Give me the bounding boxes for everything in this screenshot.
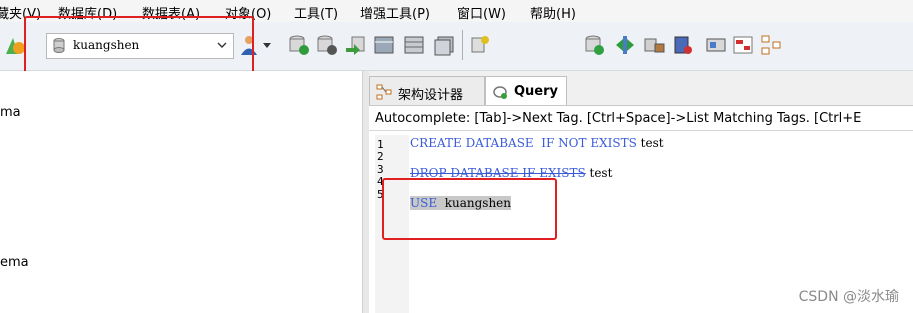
db-import-icon[interactable] [288,34,310,56]
report-icon[interactable] [732,34,754,56]
menu-help[interactable]: 帮助(H) [530,3,576,22]
schema-item[interactable]: ma [0,105,21,120]
connect-icon[interactable] [4,34,26,56]
schema-designer-icon [376,84,392,100]
db-sync-icon[interactable] [344,34,366,56]
transfer-icon[interactable] [643,34,665,56]
editor-tabs: 架构设计器 Query [369,71,913,106]
monitor-icon[interactable] [705,34,727,56]
sql-text: test [585,166,613,180]
tab-query-label: Query [514,84,559,99]
compare-icon[interactable] [614,34,636,56]
schema-item[interactable]: ema [0,255,29,270]
tab-query[interactable]: Query [485,76,567,105]
table-icon[interactable] [373,34,395,56]
highlight-box-use-statement [382,178,557,240]
menu-window[interactable]: 窗口(W) [457,3,506,22]
object-browser-panel: ma ema [0,71,362,313]
sql-text: test [636,136,664,150]
tab-schema-designer[interactable]: 架构设计器 [369,76,485,105]
schedule-icon[interactable] [672,34,694,56]
toolbar: kuangshen [0,16,913,86]
query-icon [493,86,507,99]
refresh-icon[interactable] [468,34,490,56]
tab-schema-designer-label: 架构设计器 [398,88,464,103]
user-dropdown-icon[interactable] [262,34,272,56]
line-number: 2 [377,150,384,163]
autocomplete-hint-bar: Autocomplete: [Tab]->Next Tag. [Ctrl+Spa… [369,106,913,131]
sql-keyword: CREATE DATABASE IF NOT EXISTS [410,136,637,150]
menu-advanced-tools[interactable]: 增强工具(P) [360,3,430,22]
table-copy-icon[interactable] [433,34,455,56]
table-data-icon[interactable] [403,34,425,56]
schema-designer-toolbar-icon[interactable] [760,34,782,56]
menu-tools[interactable]: 工具(T) [294,3,338,22]
watermark: CSDN @淡水瑜 [798,289,899,305]
toolbar-separator [462,30,463,60]
db-backup-icon[interactable] [584,34,606,56]
autocomplete-hint-text: Autocomplete: [Tab]->Next Tag. [Ctrl+Spa… [375,111,862,126]
code-line-1[interactable]: CREATE DATABASE IF NOT EXISTS test [410,136,664,150]
db-export-icon[interactable] [316,34,338,56]
